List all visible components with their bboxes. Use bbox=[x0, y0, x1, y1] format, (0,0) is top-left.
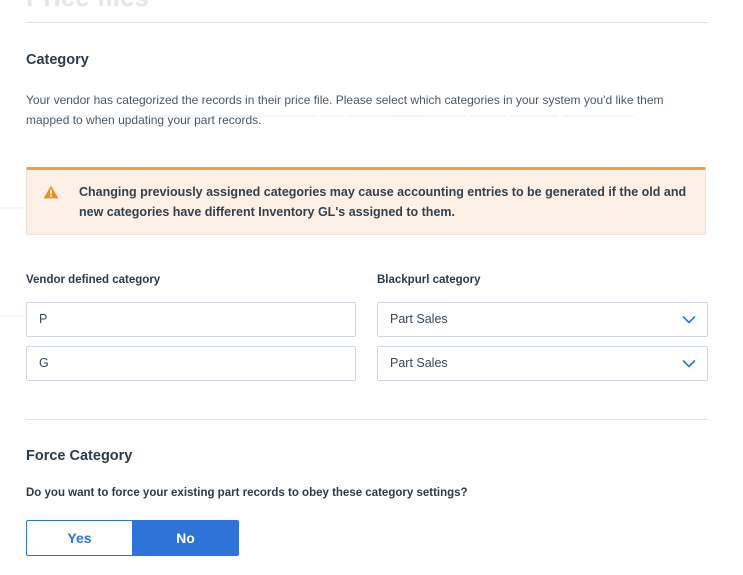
section-divider bbox=[26, 419, 708, 420]
warning-message: Changing previously assigned categories … bbox=[79, 185, 687, 219]
blackpurl-category-value: Part Sales bbox=[390, 312, 448, 326]
category-section-title: Category bbox=[26, 52, 89, 68]
category-description: Your vendor has categorized the records … bbox=[26, 93, 664, 127]
force-category-title: Force Category bbox=[26, 448, 133, 464]
force-category-toggle: Yes No bbox=[26, 520, 239, 556]
vendor-category-column-label: Vendor defined category bbox=[26, 274, 161, 286]
blackpurl-category-column-label: Blackpurl category bbox=[377, 274, 481, 286]
chevron-down-icon[interactable] bbox=[682, 359, 696, 368]
blackpurl-category-value: Part Sales bbox=[390, 356, 448, 370]
yes-button[interactable]: Yes bbox=[26, 520, 132, 556]
blackpurl-category-select[interactable]: Part Sales bbox=[377, 346, 708, 381]
page-title: Price files bbox=[26, 0, 149, 13]
blackpurl-category-select[interactable]: Part Sales bbox=[377, 302, 708, 337]
force-category-question: Do you want to force your existing part … bbox=[26, 487, 468, 499]
section-divider bbox=[26, 22, 708, 23]
background-ghost-text: —— bbox=[0, 200, 24, 214]
warning-banner: Changing previously assigned categories … bbox=[26, 167, 706, 235]
warning-triangle-icon bbox=[43, 185, 59, 199]
background-ghost-text: —— bbox=[0, 308, 24, 322]
chevron-down-icon[interactable] bbox=[682, 315, 696, 324]
vendor-category-field[interactable]: G bbox=[26, 346, 356, 381]
no-button[interactable]: No bbox=[132, 520, 239, 556]
vendor-category-field[interactable]: P bbox=[26, 302, 356, 337]
price-file-settings-page: ————— ——————— —————— ————— —— ——— ———— —… bbox=[0, 0, 743, 575]
